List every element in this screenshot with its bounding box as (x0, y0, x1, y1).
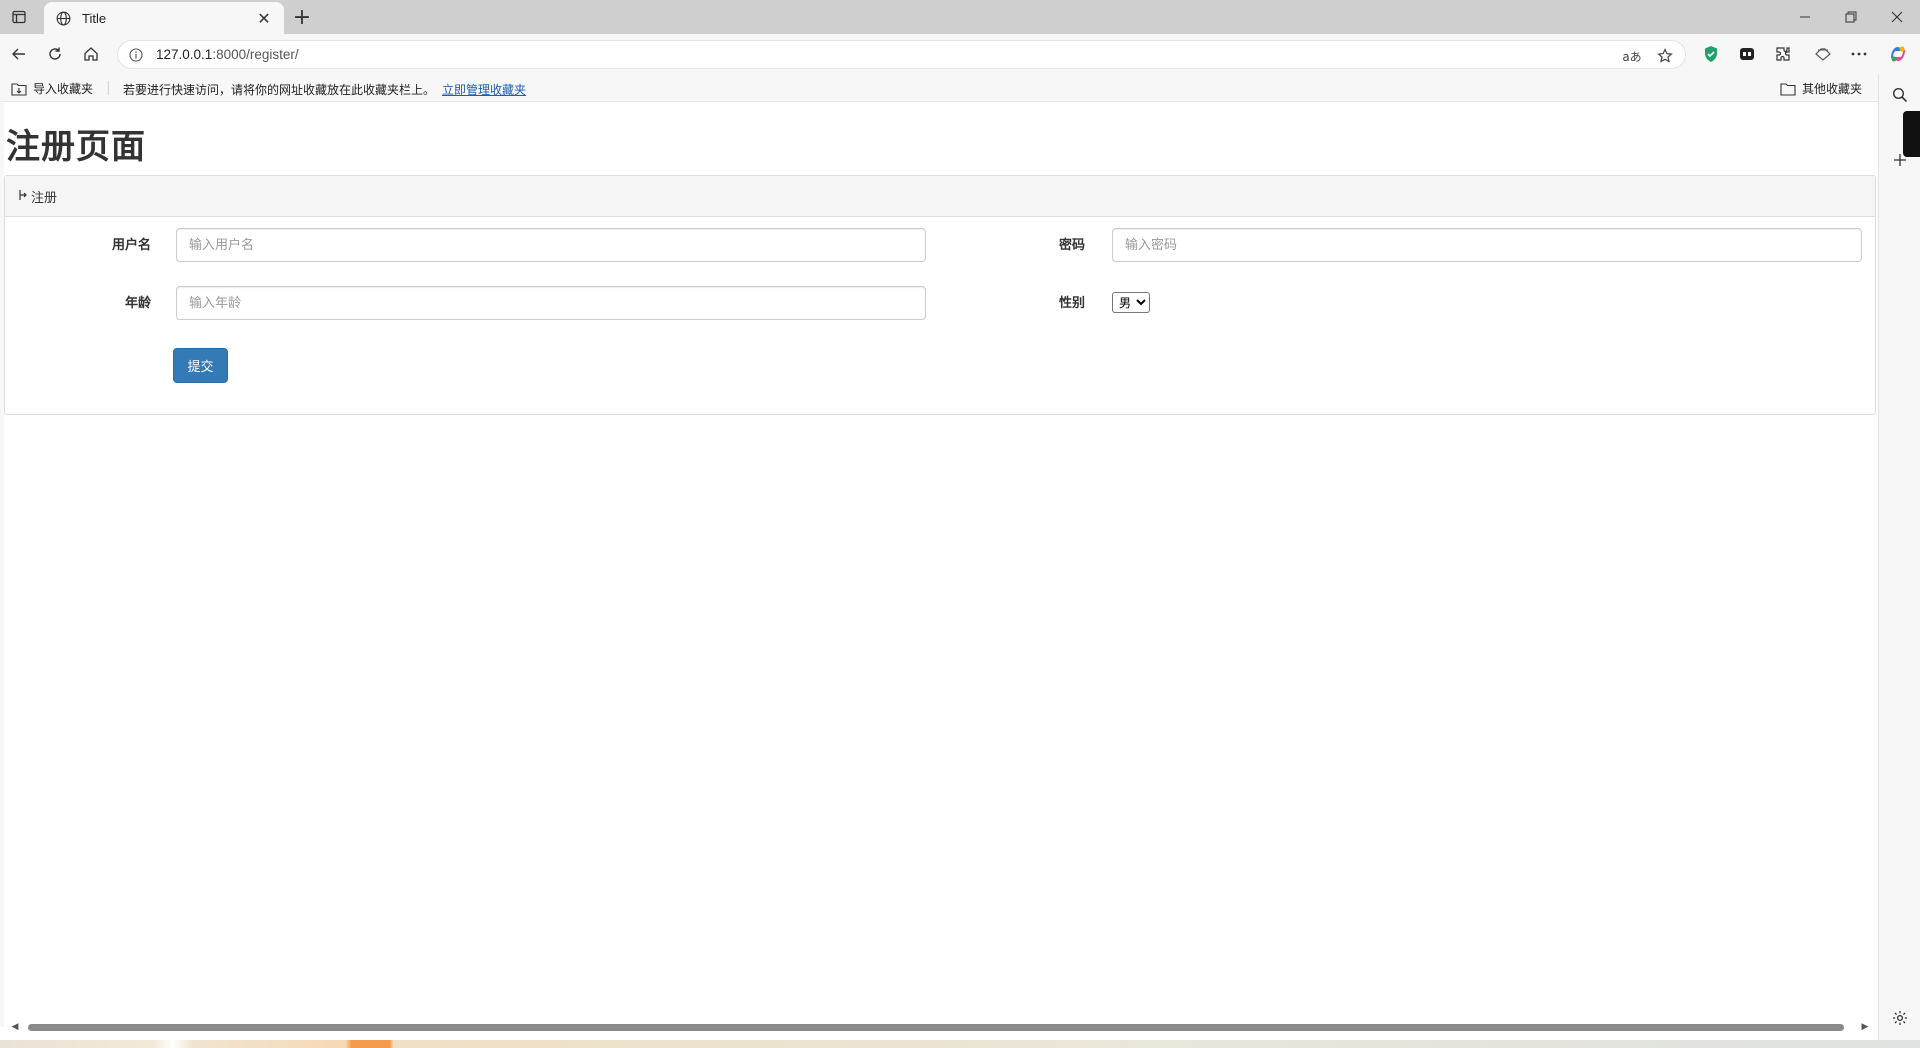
read-aloud-icon[interactable]: aあ (1621, 45, 1643, 67)
os-taskbar-strip (0, 1040, 1920, 1048)
media-extension-icon[interactable] (1734, 41, 1760, 67)
scrollbar-thumb[interactable] (28, 1024, 1844, 1031)
password-input[interactable] (1112, 228, 1862, 262)
other-favorites-button[interactable]: 其他收藏夹 (1780, 80, 1862, 97)
import-favorites-button[interactable]: 导入收藏夹 (11, 80, 93, 97)
browser-toolbar: 127.0.0.1:8000/register/ aあ (0, 34, 1920, 74)
age-label: 年龄 (124, 296, 151, 311)
username-input[interactable] (176, 228, 926, 262)
page-viewport: 注册页面 注册 用户名 密码 年龄 性别 男 提交 (0, 103, 1877, 1027)
address-bar[interactable]: 127.0.0.1:8000/register/ aあ (117, 40, 1686, 69)
gender-label: 性别 (1058, 296, 1085, 311)
tab-title: Title (82, 10, 107, 26)
minimize-icon[interactable] (1782, 0, 1828, 34)
gender-select[interactable]: 男 (1112, 292, 1150, 313)
favorites-hint-text: 若要进行快速访问，请将你的网址收藏放在此收藏夹栏上。 (123, 83, 436, 97)
url-path: :8000/register/ (212, 47, 299, 62)
submit-button[interactable]: 提交 (173, 348, 228, 383)
password-label: 密码 (1058, 238, 1085, 253)
copilot-icon[interactable] (1885, 41, 1911, 67)
scroll-right-icon[interactable]: ▶ (1860, 1022, 1870, 1032)
horizontal-scrollbar[interactable]: ◀ ▶ (4, 1019, 1877, 1035)
globe-icon (54, 9, 72, 27)
tab-strip: Title ✕ + (0, 0, 1920, 34)
tab-actions-icon[interactable] (8, 7, 30, 27)
site-info-icon[interactable] (128, 47, 144, 63)
panel-heading: 注册 (5, 176, 1875, 217)
favorite-star-icon[interactable] (1654, 45, 1676, 67)
extensions-puzzle-icon[interactable] (1770, 41, 1796, 67)
new-tab-button[interactable]: + (290, 5, 314, 30)
manage-favorites-link[interactable]: 立即管理收藏夹 (442, 81, 526, 98)
other-favorites-label: 其他收藏夹 (1802, 82, 1863, 96)
refresh-icon[interactable] (41, 40, 69, 68)
add-sidebar-app-icon[interactable] (1889, 149, 1911, 171)
url-host: 127.0.0.1 (156, 47, 213, 62)
username-label: 用户名 (111, 238, 151, 253)
favorites-divider (108, 81, 109, 95)
close-window-icon[interactable] (1874, 0, 1920, 34)
edge-sidebar (1878, 74, 1920, 1048)
url-text[interactable]: 127.0.0.1:8000/register/ (156, 47, 299, 62)
favorites-bar: 导入收藏夹 若要进行快速访问，请将你的网址收藏放在此收藏夹栏上。 立即管理收藏夹… (0, 74, 1920, 102)
page-title: 注册页面 (6, 127, 146, 167)
home-icon[interactable] (77, 40, 105, 68)
scroll-left-icon[interactable]: ◀ (10, 1022, 20, 1032)
age-input[interactable] (176, 286, 926, 320)
import-favorites-label: 导入收藏夹 (33, 82, 94, 96)
browser-essentials-icon[interactable] (1810, 41, 1836, 67)
close-tab-icon[interactable]: ✕ (254, 8, 274, 28)
back-arrow-icon[interactable] (5, 40, 33, 68)
login-icon (19, 189, 29, 204)
browser-tab[interactable]: Title ✕ (44, 2, 284, 34)
panel-heading-label: 注册 (31, 190, 58, 206)
search-icon[interactable] (1889, 84, 1911, 106)
import-favorites-icon (11, 82, 27, 96)
register-panel: 注册 用户名 密码 年龄 性别 男 提交 (4, 175, 1876, 415)
shield-extension-icon[interactable] (1698, 41, 1724, 67)
more-options-icon[interactable] (1846, 41, 1872, 67)
folder-icon (1780, 82, 1796, 96)
restore-icon[interactable] (1828, 0, 1874, 34)
sidebar-settings-gear-icon[interactable] (1889, 1007, 1911, 1029)
